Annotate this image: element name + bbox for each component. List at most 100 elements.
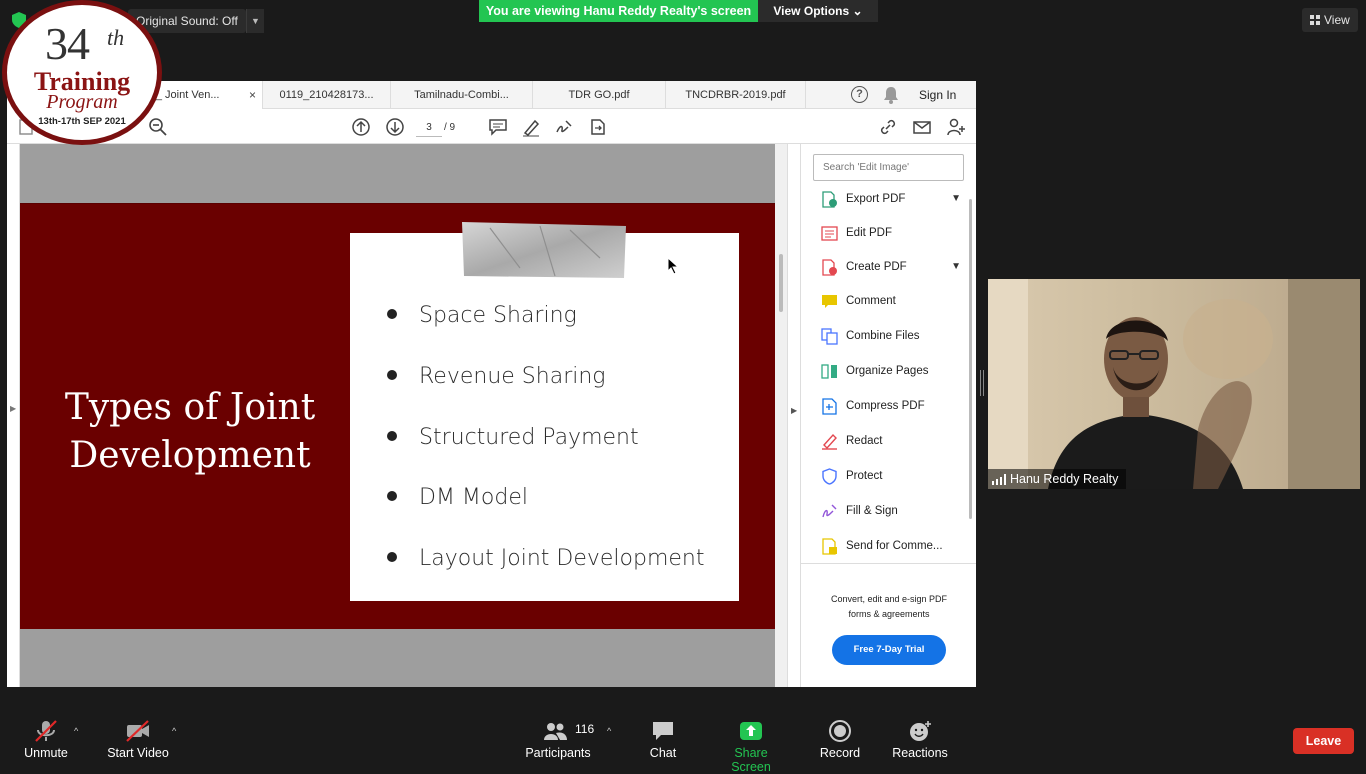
muted-microphone-icon: [35, 720, 57, 742]
tool-export-pdf[interactable]: Export PDF ▼: [821, 187, 961, 211]
logo-number: 34: [45, 18, 90, 69]
tab-tncdrbr[interactable]: TNCDRBR-2019.pdf: [666, 81, 806, 109]
participants-options-caret-icon[interactable]: ^: [607, 726, 611, 736]
record-icon: [829, 720, 851, 742]
create-pdf-icon: [822, 259, 837, 276]
unmute-label: Unmute: [24, 746, 68, 760]
audio-options-caret-icon[interactable]: ^: [74, 726, 78, 736]
tool-label: Compress PDF: [846, 400, 925, 412]
bullet-item: Layout Joint Development: [387, 546, 705, 571]
tool-label: Organize Pages: [846, 365, 929, 377]
chevron-down-icon[interactable]: ▼: [951, 255, 961, 279]
previous-page-icon[interactable]: [351, 117, 371, 137]
view-button[interactable]: View: [1302, 8, 1358, 32]
compress-pdf-icon: [822, 398, 837, 415]
record-label: Record: [819, 746, 861, 760]
video-frame: [988, 279, 1360, 489]
tool-label: Fill & Sign: [846, 505, 898, 517]
tools-pane: Search 'Edit Image' Export PDF ▼ Edit PDF…: [801, 144, 976, 687]
leave-button[interactable]: Leave: [1293, 728, 1354, 754]
left-pane-handle[interactable]: ▶: [7, 144, 20, 687]
chat-icon: [653, 722, 673, 740]
view-options-button[interactable]: View Options ⌄: [758, 0, 878, 22]
grid-view-icon: [1310, 15, 1320, 25]
tool-send-for-comments[interactable]: Send for Comme...: [821, 534, 961, 558]
record-button[interactable]: Record: [818, 720, 862, 760]
participants-count: 116: [575, 722, 595, 736]
zoom-top-bar: Original Sound: Off ▼ You are viewing Ha…: [0, 0, 1366, 40]
share-screen-button[interactable]: Share Screen: [713, 720, 789, 774]
split-view-handle[interactable]: [980, 370, 984, 396]
tab-tdr-go[interactable]: TDR GO.pdf: [533, 81, 666, 109]
tool-label: Comment: [846, 295, 896, 307]
right-pane-collapse-handle[interactable]: ▶: [787, 144, 801, 687]
tool-label: Protect: [846, 470, 883, 482]
notification-bell-icon[interactable]: [883, 86, 899, 104]
tools-search-input[interactable]: Search 'Edit Image': [813, 154, 964, 181]
participants-label: Participants: [525, 746, 591, 760]
reactions-button[interactable]: Reactions: [890, 720, 950, 760]
tool-label: Redact: [846, 435, 883, 447]
share-link-icon[interactable]: [878, 117, 898, 137]
bullet-item: Revenue Sharing: [387, 364, 606, 389]
slide-title: Types of Joint Development: [40, 384, 340, 480]
tool-fill-sign[interactable]: Fill & Sign: [821, 499, 961, 523]
tool-create-pdf[interactable]: Create PDF ▼: [821, 255, 961, 279]
video-options-caret-icon[interactable]: ^: [172, 726, 176, 736]
tab-0119[interactable]: 0119_210428173...: [263, 81, 391, 109]
organize-pages-icon: [821, 364, 837, 379]
page-total: / 9: [444, 122, 456, 133]
export-pdf-icon: [822, 191, 837, 208]
sign-tool-icon[interactable]: [554, 117, 574, 137]
next-page-icon[interactable]: [385, 117, 405, 137]
chevron-down-icon[interactable]: ▼: [951, 187, 961, 211]
tool-compress-pdf[interactable]: Compress PDF: [821, 394, 961, 418]
add-person-icon[interactable]: [946, 117, 966, 137]
tool-edit-pdf[interactable]: Edit PDF: [821, 221, 961, 245]
highlight-pen-icon[interactable]: [521, 117, 541, 137]
chat-button[interactable]: Chat: [643, 720, 683, 760]
slide-page: Types of Joint Development Space Sharing…: [20, 203, 775, 629]
close-tab-icon[interactable]: ×: [249, 81, 256, 109]
start-video-button[interactable]: Start Video: [106, 720, 170, 760]
mouse-cursor-icon: [667, 257, 680, 275]
bullet-item: Space Sharing: [387, 303, 577, 328]
promo-text: Convert, edit and e-sign PDF forms & agr…: [830, 594, 948, 619]
slide-title-line1: Types of Joint: [64, 387, 316, 428]
tool-redact[interactable]: Redact: [821, 429, 961, 453]
reactions-icon: [910, 721, 931, 741]
tool-organize-pages[interactable]: Organize Pages: [821, 359, 961, 383]
video-off-icon: [126, 720, 149, 742]
view-button-label: View: [1324, 13, 1350, 27]
share-screen-icon: [740, 722, 762, 740]
acrobat-window: FTH_ Joint Ven... × 0119_210428173... Tam…: [7, 81, 976, 687]
comment-tool-icon[interactable]: [488, 117, 508, 137]
tools-pane-scrollbar[interactable]: [969, 199, 972, 519]
email-icon[interactable]: [912, 117, 932, 137]
start-video-label: Start Video: [107, 746, 169, 760]
training-program-logo: 34 th Training Program 13th-17th SEP 202…: [2, 0, 162, 145]
tool-label: Send for Comme...: [846, 540, 943, 552]
unmute-button[interactable]: Unmute: [22, 720, 70, 760]
tool-label: Export PDF: [846, 193, 906, 205]
participant-video[interactable]: [988, 279, 1360, 489]
tool-protect[interactable]: Protect: [821, 464, 961, 488]
participant-name: Hanu Reddy Realty: [1010, 472, 1119, 486]
tool-comment[interactable]: Comment: [821, 289, 961, 313]
tool-combine-files[interactable]: Combine Files: [821, 324, 961, 348]
collapse-right-icon: ▶: [791, 406, 798, 415]
send-for-comment-icon: [822, 538, 837, 555]
help-icon[interactable]: ?: [851, 86, 868, 103]
document-scrollbar[interactable]: [775, 144, 787, 687]
bullet-item: Structured Payment: [387, 425, 639, 450]
view-options-label: View Options: [773, 4, 850, 18]
original-sound-dropdown-icon[interactable]: ▼: [246, 9, 264, 33]
convert-tool-icon[interactable]: [588, 117, 608, 137]
logo-dates: 13th-17th SEP 2021: [38, 116, 126, 127]
protect-icon: [822, 468, 837, 485]
scrollbar-thumb[interactable]: [779, 254, 783, 312]
free-trial-button[interactable]: Free 7-Day Trial: [832, 635, 946, 665]
sign-in-button[interactable]: Sign In: [919, 81, 956, 109]
page-number-input[interactable]: 3: [416, 119, 442, 137]
tab-tamilnadu[interactable]: Tamilnadu-Combi...: [391, 81, 533, 109]
